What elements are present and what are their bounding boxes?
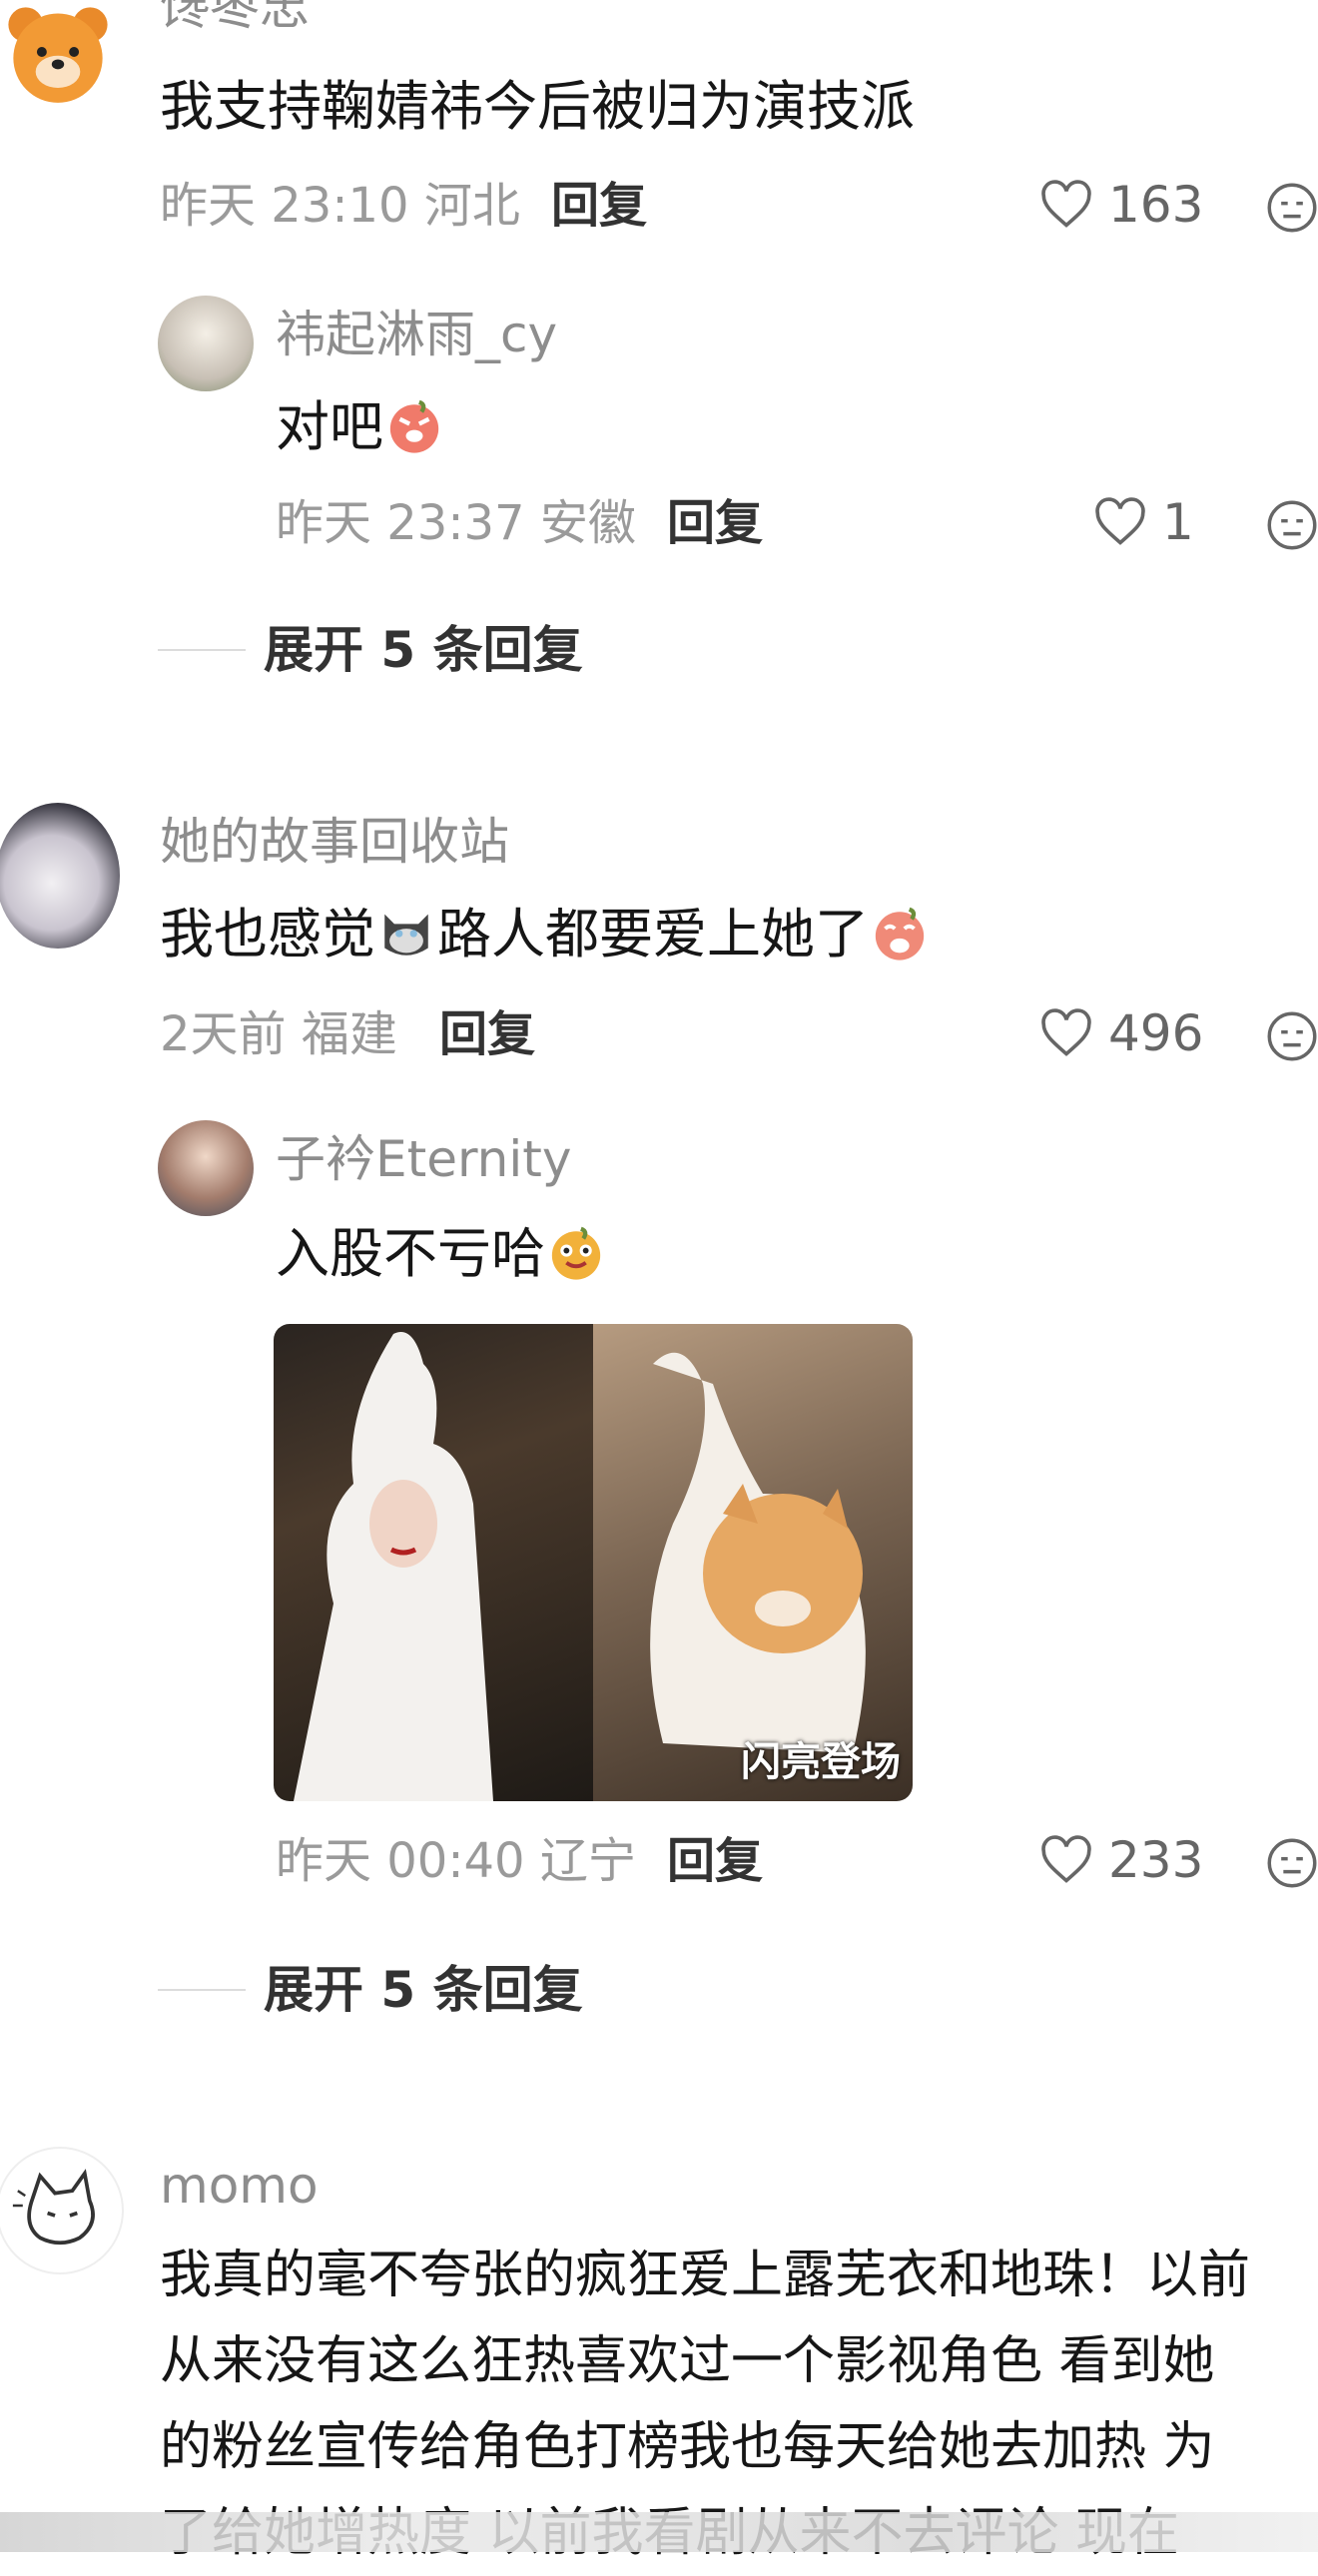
divider bbox=[158, 649, 246, 651]
angry-face-emoji-icon bbox=[389, 399, 439, 453]
comment-text-part2: 路人都要爱上她了 bbox=[437, 903, 869, 966]
divider bbox=[158, 1989, 246, 1991]
reply-image-attachment[interactable]: 闪亮登场 bbox=[274, 1324, 913, 1801]
comment-location: 河北 bbox=[423, 178, 520, 234]
comment-username[interactable]: 馋枣忠 bbox=[160, 0, 310, 32]
dislike-face-icon[interactable] bbox=[1266, 182, 1318, 234]
reply-button[interactable]: 回复 bbox=[667, 1837, 763, 1885]
reply-button[interactable]: 回复 bbox=[551, 182, 647, 230]
reply-meta: 昨天 00:40 辽宁 bbox=[276, 1837, 636, 1885]
cat-face-emoji-icon bbox=[384, 914, 428, 956]
comment-meta: 2天前 福建 bbox=[160, 1010, 397, 1058]
bottom-gesture-bar bbox=[0, 2512, 1318, 2552]
costume-figure-illustration bbox=[294, 1332, 493, 1801]
reply-meta: 昨天 23:37 安徽 bbox=[276, 499, 636, 547]
heart-outline-icon bbox=[1041, 1835, 1091, 1883]
comment-username[interactable]: momo bbox=[160, 2161, 319, 2211]
comment-text-line: 我真的毫不夸张的疯狂爱上露芜衣和地珠！以前 bbox=[160, 2246, 1251, 2305]
image-panel-left bbox=[274, 1324, 593, 1801]
comment-text-part1: 我也感觉 bbox=[160, 903, 375, 966]
reply-location: 安徽 bbox=[539, 495, 636, 551]
comment-time: 2天前 bbox=[160, 1006, 287, 1062]
like-count: 1 bbox=[1162, 493, 1194, 551]
reply-text: 入股不亏哈 bbox=[276, 1224, 607, 1282]
reply-username[interactable]: 子衿Eternity bbox=[276, 1134, 571, 1184]
bear-avatar-icon bbox=[8, 7, 108, 103]
dislike-face-icon[interactable] bbox=[1266, 1010, 1318, 1062]
avatar-reply-user[interactable] bbox=[158, 296, 254, 391]
comment-time: 昨天 23:10 bbox=[160, 178, 409, 234]
image-panel-right: 闪亮登场 bbox=[593, 1324, 913, 1801]
image-caption: 闪亮登场 bbox=[741, 1739, 901, 1785]
dislike-face-icon[interactable] bbox=[1266, 1837, 1318, 1889]
expand-replies-button[interactable]: 展开 5 条回复 bbox=[158, 625, 583, 675]
reply-text-content: 入股不亏哈 bbox=[276, 1222, 545, 1285]
like-count: 233 bbox=[1108, 1831, 1204, 1889]
reply-time: 昨天 00:40 bbox=[276, 1833, 525, 1889]
cat-avatar-icon bbox=[12, 2169, 95, 2246]
reply-location: 辽宁 bbox=[539, 1833, 636, 1889]
reply-button[interactable]: 回复 bbox=[439, 1010, 535, 1058]
dislike-face-icon[interactable] bbox=[1266, 499, 1318, 551]
avatar-bear[interactable] bbox=[0, 0, 120, 114]
reply-text-content: 对吧 bbox=[276, 395, 383, 458]
reply-time: 昨天 23:37 bbox=[276, 495, 525, 551]
comment-location: 福建 bbox=[301, 1006, 397, 1062]
comment-text-line: 从来没有这么狂热喜欢过一个影视角色 看到她 bbox=[160, 2331, 1215, 2391]
avatar-story-user[interactable] bbox=[0, 803, 120, 949]
like-count: 163 bbox=[1108, 176, 1204, 234]
happy-face-emoji-icon bbox=[551, 1226, 601, 1280]
expand-replies-label: 展开 5 条回复 bbox=[264, 1961, 583, 2019]
like-button[interactable]: 163 bbox=[1038, 180, 1203, 230]
expand-replies-button[interactable]: 展开 5 条回复 bbox=[158, 1965, 583, 2015]
reply-button[interactable]: 回复 bbox=[667, 499, 763, 547]
reply-text: 对吧 bbox=[276, 397, 445, 455]
like-button[interactable]: 233 bbox=[1038, 1835, 1203, 1885]
comment-text: 我也感觉 路人都要爱上她了 bbox=[160, 905, 931, 963]
comment-text-line: 的粉丝宣传给角色打榜我也每天给她去加热 为 bbox=[160, 2417, 1215, 2477]
expand-replies-label: 展开 5 条回复 bbox=[264, 621, 583, 679]
comment-meta: 昨天 23:10 河北 bbox=[160, 182, 520, 230]
like-count: 496 bbox=[1108, 1004, 1204, 1062]
heart-outline-icon bbox=[1041, 1008, 1091, 1056]
avatar-reply-user[interactable] bbox=[158, 1120, 254, 1216]
comment-username[interactable]: 她的故事回收站 bbox=[160, 817, 509, 867]
reply-username[interactable]: 祎起淋雨_cy bbox=[276, 310, 557, 359]
like-button[interactable]: 1 bbox=[1092, 497, 1194, 547]
comment-text: 我支持鞠婧祎今后被归为演技派 bbox=[160, 75, 915, 138]
crying-face-emoji-icon bbox=[875, 907, 925, 961]
like-button[interactable]: 496 bbox=[1038, 1008, 1203, 1058]
avatar-cat[interactable] bbox=[0, 2147, 124, 2274]
heart-outline-icon bbox=[1095, 497, 1145, 545]
heart-outline-icon bbox=[1041, 180, 1091, 228]
